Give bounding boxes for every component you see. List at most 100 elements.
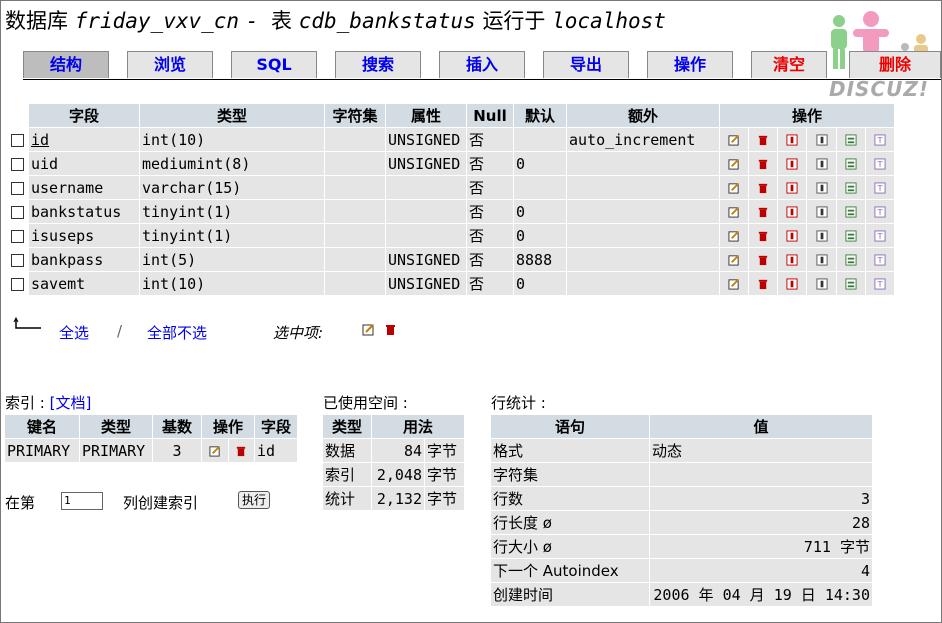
index-icon[interactable] bbox=[807, 200, 836, 223]
tab-operations[interactable]: 操作 bbox=[647, 51, 733, 78]
delete-selected-icon[interactable] bbox=[384, 322, 397, 340]
index-icon[interactable] bbox=[807, 176, 836, 199]
svg-text:T: T bbox=[876, 231, 883, 241]
field-null: 否 bbox=[467, 152, 513, 175]
row-checkbox[interactable] bbox=[6, 224, 28, 247]
tab-export[interactable]: 导出 bbox=[543, 51, 629, 78]
structure-header-row: 字段 类型 字符集 属性 Null 默认 额外 操作 bbox=[6, 104, 894, 127]
row-checkbox[interactable] bbox=[6, 128, 28, 151]
index-icon[interactable] bbox=[807, 224, 836, 247]
primary-icon[interactable] bbox=[778, 248, 807, 271]
stats-header-value: 值 bbox=[650, 415, 872, 438]
create-index-column-input[interactable]: 1 bbox=[61, 492, 103, 510]
row-checkbox[interactable] bbox=[6, 248, 28, 271]
edit-icon[interactable] bbox=[720, 248, 749, 271]
index-edit-icon[interactable] bbox=[202, 439, 228, 462]
unique-icon[interactable] bbox=[836, 272, 865, 295]
space-value: 84 bbox=[372, 439, 424, 462]
field-null: 否 bbox=[467, 176, 513, 199]
index-icon[interactable] bbox=[807, 248, 836, 271]
unique-icon[interactable] bbox=[836, 200, 865, 223]
primary-icon[interactable] bbox=[778, 152, 807, 175]
primary-icon[interactable] bbox=[778, 224, 807, 247]
fulltext-icon[interactable]: T bbox=[865, 272, 894, 295]
drop-icon[interactable] bbox=[749, 248, 778, 271]
space-header-type: 类型 bbox=[323, 415, 371, 438]
drop-icon[interactable] bbox=[749, 224, 778, 247]
drop-icon[interactable] bbox=[749, 152, 778, 175]
drop-icon[interactable] bbox=[749, 200, 778, 223]
edit-icon[interactable] bbox=[720, 128, 749, 151]
field-attributes: UNSIGNED bbox=[386, 152, 466, 175]
field-charset bbox=[325, 152, 385, 175]
create-index-go-button[interactable]: 执行 bbox=[238, 491, 271, 509]
row-checkbox[interactable] bbox=[6, 272, 28, 295]
field-name: isuseps bbox=[29, 224, 139, 247]
tab-sql[interactable]: SQL bbox=[231, 51, 317, 78]
drop-icon[interactable] bbox=[749, 272, 778, 295]
edit-icon[interactable] bbox=[720, 176, 749, 199]
fulltext-icon[interactable]: T bbox=[865, 248, 894, 271]
unique-icon[interactable] bbox=[836, 176, 865, 199]
field-row: bankpass int(5) UNSIGNED 否 8888 T bbox=[6, 248, 894, 271]
stat-value: 28 bbox=[650, 511, 872, 534]
logo-text: DISCUZ! bbox=[829, 77, 929, 101]
edit-icon[interactable] bbox=[720, 200, 749, 223]
drop-icon[interactable] bbox=[749, 176, 778, 199]
space-type: 统计 bbox=[323, 487, 371, 510]
indexes-label: 索引 : [文档] bbox=[5, 392, 91, 413]
edit-icon[interactable] bbox=[720, 272, 749, 295]
field-extra bbox=[567, 152, 719, 175]
row-checkbox[interactable] bbox=[6, 152, 28, 175]
tab-empty[interactable]: 清空 bbox=[751, 51, 827, 78]
unique-icon[interactable] bbox=[836, 128, 865, 151]
host-name: localhost bbox=[552, 9, 666, 33]
stats-row: 下一个 Autoindex 4 bbox=[491, 559, 872, 582]
edit-selected-icon[interactable] bbox=[362, 322, 375, 340]
edit-icon[interactable] bbox=[720, 152, 749, 175]
row-checkbox[interactable] bbox=[6, 200, 28, 223]
drop-icon[interactable] bbox=[749, 128, 778, 151]
col-header-field: 字段 bbox=[29, 104, 139, 127]
field-default bbox=[514, 128, 566, 151]
tab-drop[interactable]: 删除 bbox=[849, 51, 941, 78]
field-name: uid bbox=[29, 152, 139, 175]
unique-icon[interactable] bbox=[836, 152, 865, 175]
select-all-link[interactable]: 全选 bbox=[59, 322, 89, 343]
index-icon[interactable] bbox=[807, 272, 836, 295]
primary-icon[interactable] bbox=[778, 176, 807, 199]
primary-icon[interactable] bbox=[778, 200, 807, 223]
row-checkbox[interactable] bbox=[6, 176, 28, 199]
tab-structure[interactable]: 结构 bbox=[23, 51, 109, 78]
index-icon[interactable] bbox=[807, 128, 836, 151]
deselect-all-link[interactable]: 全部不选 bbox=[147, 322, 207, 343]
tab-bar: 结构 浏览 SQL 搜索 插入 导出 操作 清空 删除 bbox=[23, 49, 941, 80]
tab-search[interactable]: 搜索 bbox=[335, 51, 421, 78]
primary-icon[interactable] bbox=[778, 128, 807, 151]
field-extra bbox=[567, 200, 719, 223]
tab-browse[interactable]: 浏览 bbox=[127, 51, 213, 78]
documentation-link[interactable]: [文档] bbox=[50, 394, 92, 412]
tab-insert[interactable]: 插入 bbox=[439, 51, 525, 78]
index-delete-icon[interactable] bbox=[228, 439, 254, 462]
fulltext-icon[interactable]: T bbox=[865, 224, 894, 247]
index-icon[interactable] bbox=[807, 152, 836, 175]
fulltext-icon[interactable]: T bbox=[865, 152, 894, 175]
field-extra bbox=[567, 224, 719, 247]
fulltext-icon[interactable]: T bbox=[865, 176, 894, 199]
fulltext-icon[interactable]: T bbox=[865, 200, 894, 223]
field-charset bbox=[325, 176, 385, 199]
field-name: id bbox=[29, 128, 139, 151]
db-name: friday_vxv_cn bbox=[74, 9, 240, 33]
unique-icon[interactable] bbox=[836, 224, 865, 247]
field-type: tinyint(1) bbox=[140, 200, 324, 223]
col-header-extra: 额外 bbox=[567, 104, 719, 127]
unique-icon[interactable] bbox=[836, 248, 865, 271]
svg-text:T: T bbox=[876, 135, 883, 145]
edit-icon[interactable] bbox=[720, 224, 749, 247]
title-separator: - bbox=[245, 9, 272, 33]
fulltext-icon[interactable]: T bbox=[865, 128, 894, 151]
primary-icon[interactable] bbox=[778, 272, 807, 295]
field-default: 0 bbox=[514, 272, 566, 295]
selection-separator: / bbox=[117, 322, 123, 340]
